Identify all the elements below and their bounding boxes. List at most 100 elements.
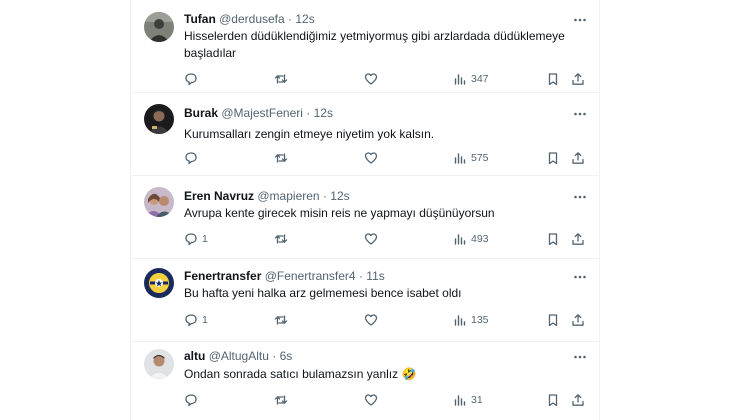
reply-button[interactable]: 1	[184, 231, 208, 247]
retweet-button[interactable]	[274, 150, 292, 166]
like-button[interactable]	[364, 150, 382, 166]
reply-icon	[185, 152, 197, 165]
timestamp[interactable]: 6s	[280, 349, 293, 363]
like-button[interactable]	[364, 71, 382, 87]
more-dots-icon[interactable]	[573, 13, 587, 25]
share-button[interactable]	[571, 392, 585, 408]
views-button[interactable]: 575	[453, 150, 489, 166]
display-name[interactable]: altu	[184, 349, 205, 363]
bookmark-icon	[548, 233, 558, 246]
bookmark-icon	[548, 152, 558, 165]
tweet[interactable]: Fenertransfer @Fenertransfer4 · 11s Bu h…	[131, 258, 599, 342]
timestamp[interactable]: 11s	[366, 269, 384, 283]
views-button[interactable]: 347	[453, 71, 489, 87]
bookmark-icon	[548, 73, 558, 86]
more-dots-icon[interactable]	[573, 107, 587, 119]
user-handle[interactable]: @MajestFeneri	[221, 106, 303, 120]
retweet-icon	[274, 153, 288, 163]
retweet-button[interactable]	[274, 392, 292, 408]
timestamp[interactable]: 12s	[295, 12, 314, 26]
bookmark-button[interactable]	[546, 392, 560, 408]
bookmark-button[interactable]	[546, 150, 560, 166]
views-chart-icon	[454, 395, 466, 406]
share-icon	[572, 233, 584, 245]
views-button[interactable]: 31	[453, 392, 483, 408]
reply-icon	[185, 394, 197, 407]
bookmark-button[interactable]	[546, 312, 560, 328]
reply-icon	[185, 73, 197, 86]
user-handle[interactable]: @Fenertransfer4	[265, 269, 356, 283]
tweet[interactable]: Eren Navruz @mapieren · 12s Avrupa kente…	[131, 175, 599, 259]
bookmark-button[interactable]	[546, 71, 560, 87]
like-button[interactable]	[364, 312, 382, 328]
tweet-header: Burak @MajestFeneri · 12s	[184, 105, 333, 121]
reply-button[interactable]	[184, 392, 202, 408]
like-button[interactable]	[364, 231, 382, 247]
tweet-actions: 1 135	[184, 312, 589, 328]
reply-button[interactable]	[184, 150, 202, 166]
views-count: 31	[471, 394, 483, 406]
tweet[interactable]: Tufan @derdusefa · 12s Hisselerden düdük…	[131, 0, 599, 93]
more-dots-icon[interactable]	[573, 350, 587, 362]
avatar[interactable]	[144, 12, 174, 42]
views-count: 575	[471, 152, 489, 164]
separator-dot: ·	[272, 349, 277, 363]
avatar[interactable]	[144, 349, 174, 379]
tweet-text: Avrupa kente girecek misin reis ne yapma…	[184, 206, 495, 220]
separator-dot: ·	[322, 189, 327, 203]
tweet-actions: 575	[184, 150, 589, 166]
display-name[interactable]: Tufan	[184, 12, 216, 26]
reply-button[interactable]	[184, 71, 202, 87]
tweet-actions: 347	[184, 71, 589, 87]
reply-count: 1	[202, 233, 208, 245]
like-button[interactable]	[364, 392, 382, 408]
tweet-text: Hisselerden düdüklendiğimiz yetmiyormuş …	[184, 29, 565, 60]
share-button[interactable]	[571, 312, 585, 328]
more-dots-icon[interactable]	[573, 270, 587, 282]
bookmark-button[interactable]	[546, 231, 560, 247]
more-dots-icon[interactable]	[573, 190, 587, 202]
views-chart-icon	[454, 74, 466, 85]
retweet-button[interactable]	[274, 231, 292, 247]
share-button[interactable]	[571, 71, 585, 87]
user-handle[interactable]: @AltugAltu	[209, 349, 269, 363]
display-name[interactable]: Fenertransfer	[184, 269, 261, 283]
views-count: 347	[471, 73, 489, 85]
display-name[interactable]: Eren Navruz	[184, 189, 254, 203]
bookmark-icon	[548, 394, 558, 407]
avatar[interactable]	[144, 187, 174, 217]
reply-button[interactable]: 1	[184, 312, 208, 328]
avatar[interactable]	[144, 268, 174, 298]
tweet[interactable]: altu @AltugAltu · 6s Ondan sonrada satıc…	[131, 341, 599, 420]
tweet-text: Kurumsalları zengin etmeye niyetim yok k…	[184, 127, 435, 141]
heart-icon	[364, 233, 378, 245]
tweet-header: altu @AltugAltu · 6s	[184, 348, 292, 364]
reply-count: 1	[202, 314, 208, 326]
display-name[interactable]: Burak	[184, 106, 218, 120]
heart-icon	[364, 394, 378, 406]
heart-icon	[364, 314, 378, 326]
share-icon	[572, 152, 584, 164]
tweet-actions: 31	[184, 392, 589, 408]
views-button[interactable]: 135	[453, 312, 489, 328]
retweet-icon	[274, 395, 288, 405]
share-button[interactable]	[571, 150, 585, 166]
views-chart-icon	[454, 234, 466, 245]
views-button[interactable]: 493	[453, 231, 489, 247]
tweet-header: Tufan @derdusefa · 12s	[184, 11, 315, 27]
tweet-header: Fenertransfer @Fenertransfer4 · 11s	[184, 268, 385, 284]
tweet[interactable]: Burak @MajestFeneri · 12s Kurumsalları z…	[131, 92, 599, 176]
views-count: 135	[471, 314, 489, 326]
retweet-button[interactable]	[274, 71, 292, 87]
user-handle[interactable]: @derdusefa	[219, 12, 285, 26]
timestamp[interactable]: 12s	[330, 189, 349, 203]
avatar[interactable]	[144, 104, 174, 134]
user-handle[interactable]: @mapieren	[257, 189, 319, 203]
reply-icon	[185, 233, 197, 246]
timestamp[interactable]: 12s	[314, 106, 333, 120]
retweet-button[interactable]	[274, 312, 292, 328]
heart-icon	[364, 152, 378, 164]
share-button[interactable]	[571, 231, 585, 247]
retweet-icon	[274, 74, 288, 84]
views-chart-icon	[454, 153, 466, 164]
